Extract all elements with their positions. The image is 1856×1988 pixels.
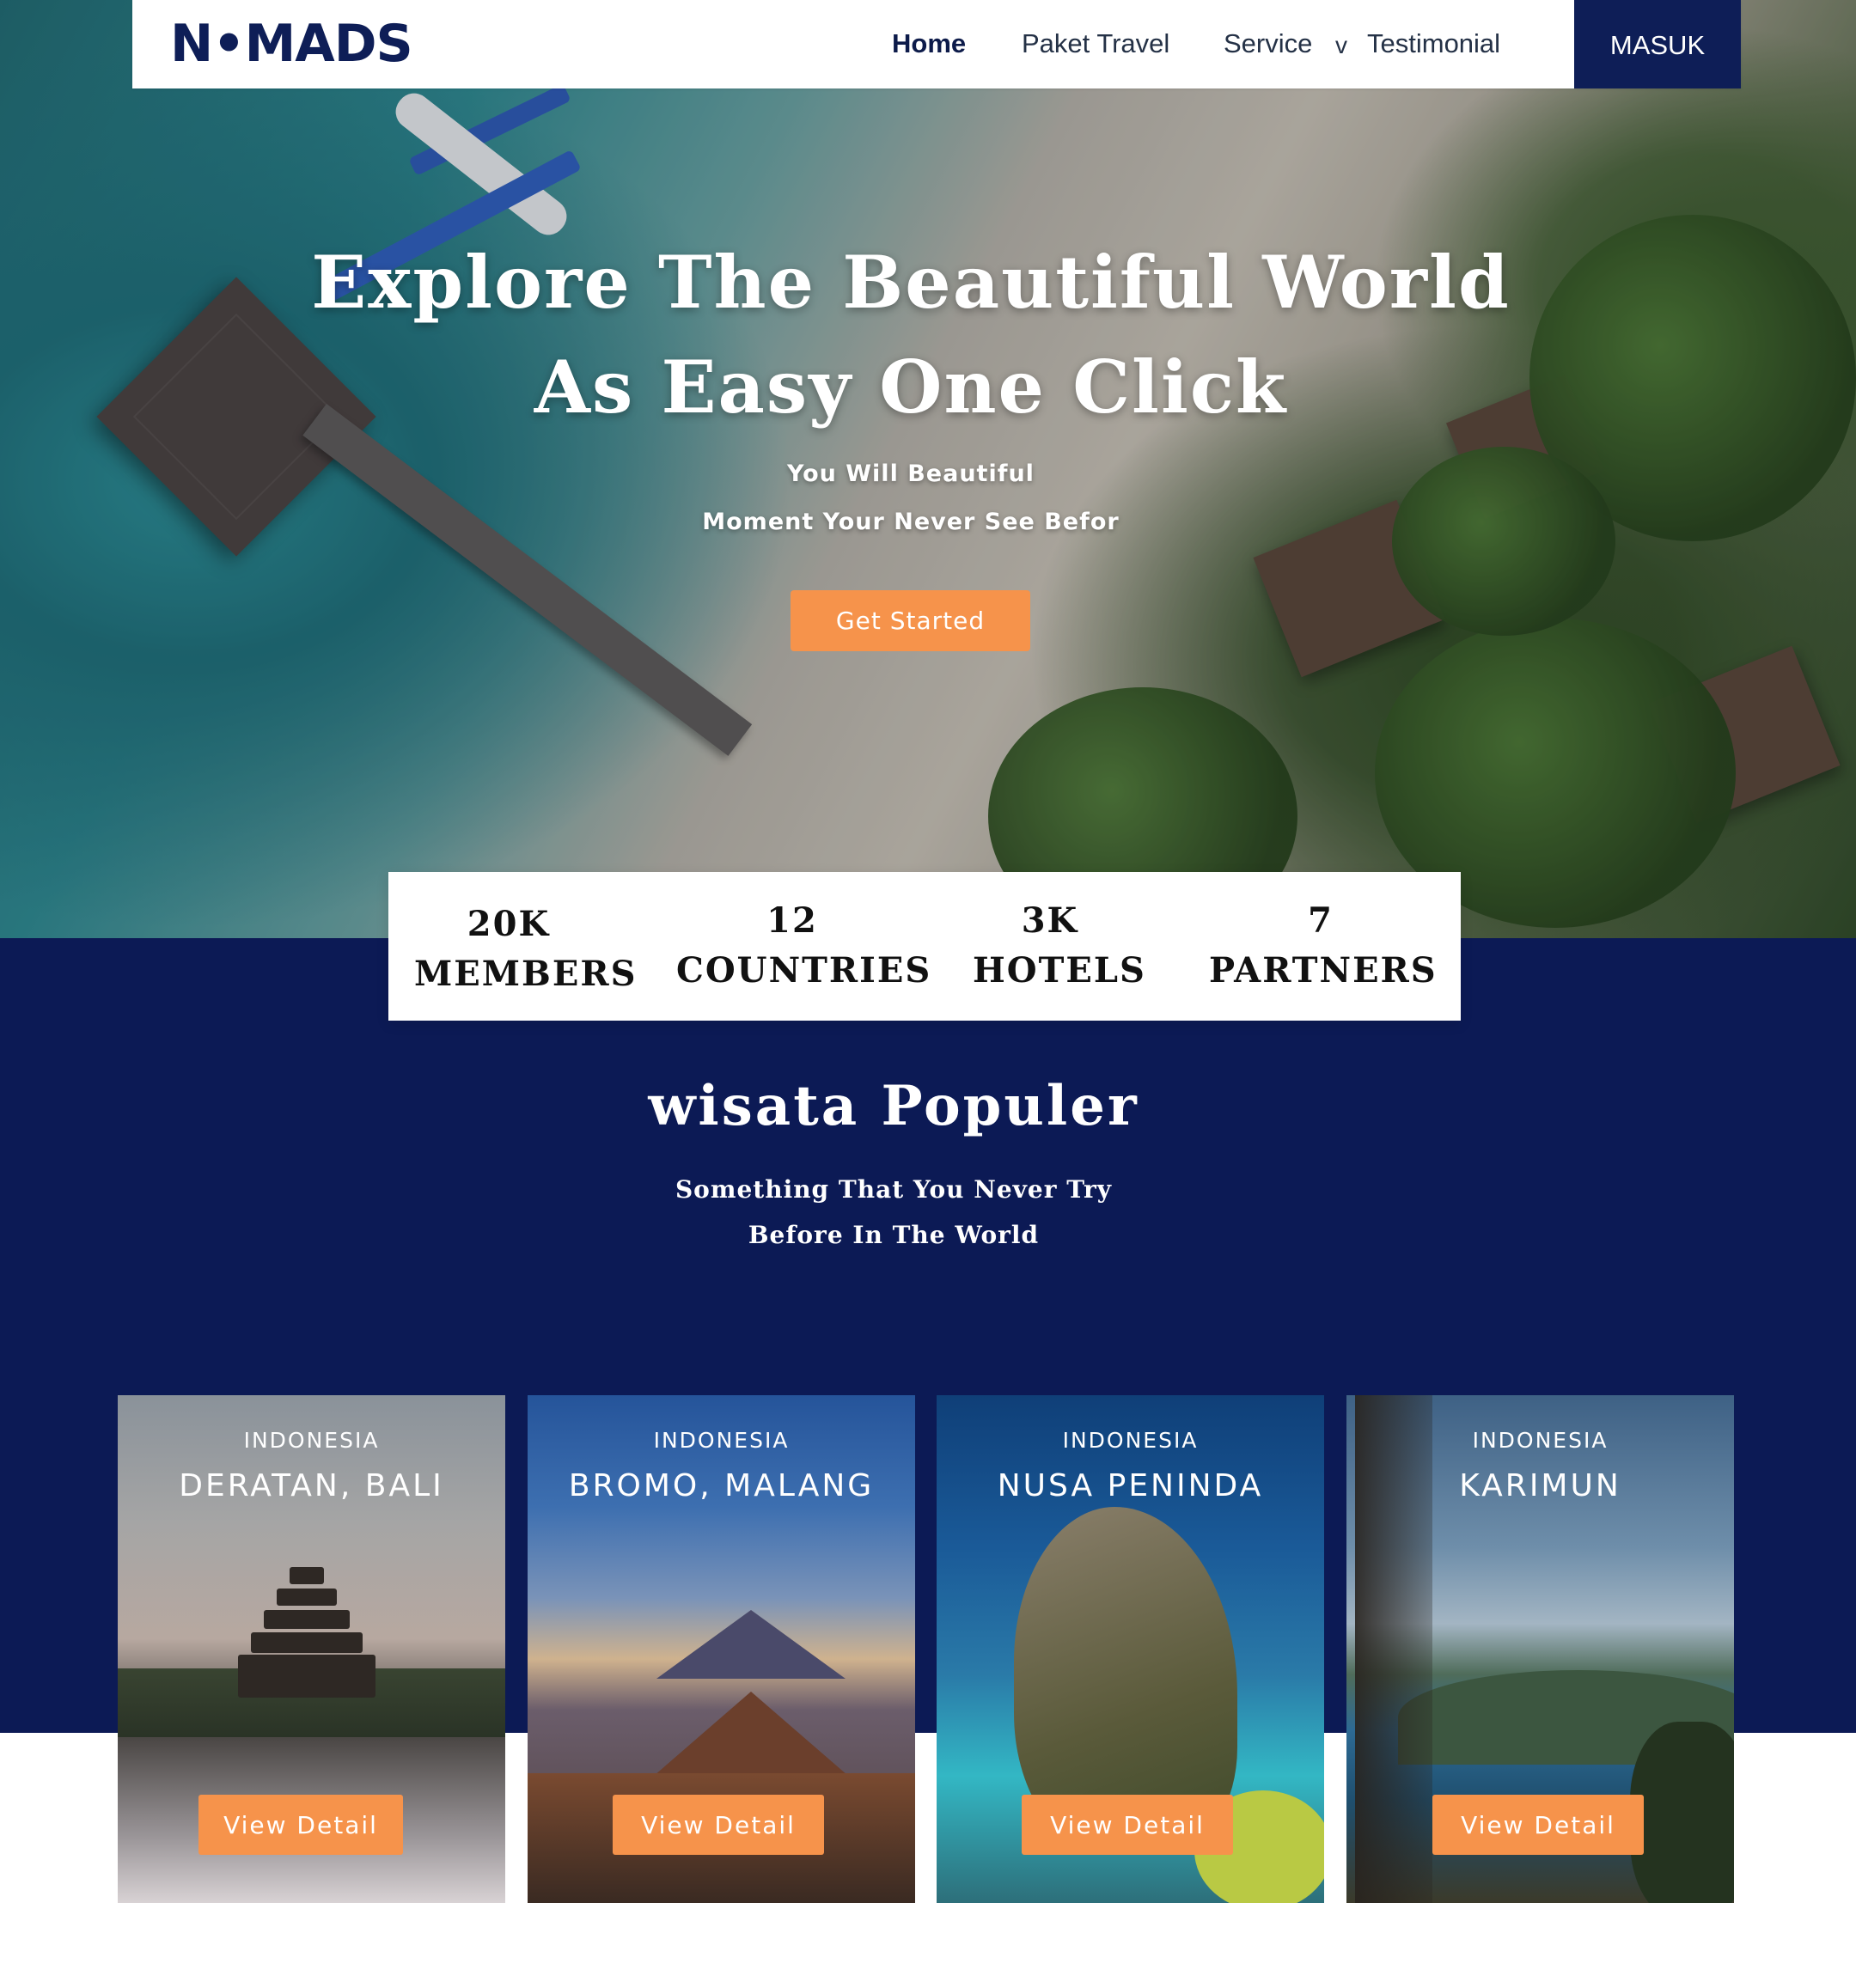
hero-subtitle-line: Moment Your Never See Befor (702, 509, 1120, 535)
card-place: KARIMUN (1459, 1468, 1621, 1503)
stat-partners: 7 PARTNERS (1209, 896, 1438, 996)
stat-value: 20K (467, 904, 551, 944)
section-subtitle-line: Before In The World (748, 1221, 1040, 1249)
pagoda-tier (290, 1567, 324, 1584)
stat-label: COUNTRIES (676, 950, 932, 991)
hero-title-line: As Easy One Click (534, 345, 1288, 430)
stat-members: 20K MEMBERS (414, 899, 638, 999)
destination-card-nusa-peninda[interactable]: INDONESIA NUSA PENINDA View Detail (937, 1395, 1324, 1903)
pagoda-tier (251, 1632, 363, 1653)
stat-value: 7 (1308, 900, 1334, 941)
hero-title: Explore The Beautiful World As Easy One … (241, 230, 1581, 440)
stat-label: PARTNERS (1209, 950, 1438, 991)
nav-paket-travel-link[interactable]: Paket Travel (1022, 22, 1169, 65)
card-country: INDONESIA (243, 1428, 380, 1453)
view-detail-button[interactable]: View Detail (613, 1795, 824, 1855)
get-started-button[interactable]: Get Started (791, 590, 1030, 651)
pagoda-tier (264, 1610, 350, 1629)
card-place: BROMO, MALANG (568, 1468, 875, 1503)
card-country: INDONESIA (1062, 1428, 1199, 1453)
section-subtitle-line: Something That You Never Try (675, 1175, 1113, 1204)
stats-bar: 20K MEMBERS 12 COUNTRIES 3K HOTELS 7 PAR… (388, 872, 1461, 1021)
section-title: wisata Populer (648, 1074, 1139, 1138)
destination-card-deratan-bali[interactable]: INDONESIA DERATAN, BALI View Detail (118, 1395, 505, 1903)
card-country: INDONESIA (1472, 1428, 1609, 1453)
chevron-down-icon[interactable]: v (1335, 24, 1347, 67)
nav-home-link[interactable]: Home (892, 22, 966, 65)
view-detail-button[interactable]: View Detail (1432, 1795, 1644, 1855)
nav-testimonial-link[interactable]: Testimonial (1367, 22, 1500, 65)
destination-card-karimun[interactable]: INDONESIA KARIMUN View Detail (1346, 1395, 1734, 1903)
pagoda-tier (277, 1589, 337, 1606)
nav-service-link[interactable]: Service (1224, 22, 1312, 65)
foreground-bush (1630, 1722, 1734, 1903)
card-place: NUSA PENINDA (997, 1468, 1264, 1503)
login-button[interactable]: MASUK (1574, 0, 1741, 88)
stat-countries: 12 COUNTRIES (676, 896, 932, 996)
stat-label: MEMBERS (414, 954, 638, 994)
card-country: INDONESIA (653, 1428, 790, 1453)
stat-value: 12 (766, 900, 818, 941)
hero-subtitle: You Will Beautiful Moment Your Never See… (653, 450, 1169, 546)
top-navbar: N•MADS Home Paket Travel Service v Testi… (132, 0, 1741, 88)
card-place: DERATAN, BALI (179, 1468, 444, 1503)
view-detail-button[interactable]: View Detail (198, 1795, 403, 1855)
hero-subtitle-line: You Will Beautiful (787, 460, 1035, 487)
hero-title-line: Explore The Beautiful World (311, 240, 1511, 325)
nomads-logo[interactable]: N•MADS (170, 14, 413, 74)
distant-mountain (656, 1610, 846, 1679)
stat-value: 3K (1021, 900, 1079, 941)
view-detail-button[interactable]: View Detail (1022, 1795, 1233, 1855)
stat-hotels: 3K HOTELS (973, 896, 1146, 996)
section-subtitle: Something That You Never Try Before In T… (584, 1167, 1203, 1258)
destination-card-bromo-malang[interactable]: INDONESIA BROMO, MALANG View Detail (528, 1395, 915, 1903)
temple-base (238, 1655, 375, 1698)
stat-label: HOTELS (973, 950, 1146, 991)
